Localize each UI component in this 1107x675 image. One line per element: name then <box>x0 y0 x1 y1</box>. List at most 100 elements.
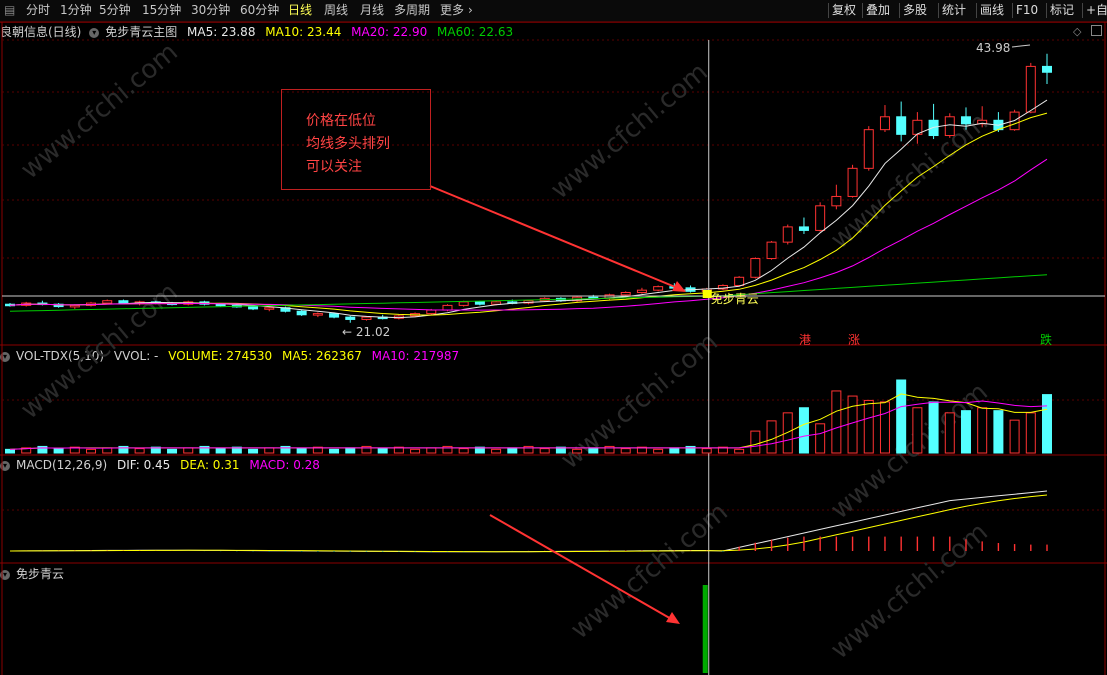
watermark-4: www.cfchi.com <box>555 327 724 475</box>
signal-indicator-name[interactable]: 免步青云 <box>16 567 64 581</box>
period-5-button[interactable]: 60分钟 <box>240 0 279 21</box>
toolbar-right-button-6[interactable]: 标记 <box>1050 0 1074 21</box>
signal-bar <box>702 585 708 673</box>
period-7-button[interactable]: 周线 <box>324 0 348 21</box>
high-price-arrow <box>1011 44 1031 48</box>
macd-dea-line <box>9 494 1048 553</box>
ma5-value: MA5: 23.88 <box>187 25 256 39</box>
candle-body-57 <box>928 119 939 137</box>
candle-body-46 <box>750 258 761 278</box>
vvol-value: VVOL: - <box>113 349 159 363</box>
volume-bar-26 <box>426 447 437 454</box>
menu-icon[interactable]: ▤ <box>4 0 15 21</box>
main-indicator-name[interactable]: 免步青云主图 <box>105 25 177 39</box>
volume-bar-55 <box>896 379 907 454</box>
candle-body-15 <box>248 306 259 310</box>
annotation-arrowhead-main <box>672 281 686 292</box>
volume-bar-17 <box>280 445 291 454</box>
volume-header: ▾ VOL-TDX(5,10) VVOL: - VOLUME: 274530 MA… <box>0 348 465 364</box>
volume-bar-56 <box>912 407 923 454</box>
vol-circle-icon[interactable]: ▾ <box>0 351 10 362</box>
volume-bar-21 <box>345 447 356 454</box>
period-4-button[interactable]: 30分钟 <box>191 0 230 21</box>
volume-bar-33 <box>539 448 550 454</box>
candle-body-51 <box>831 195 842 207</box>
volume-bar-50 <box>815 423 826 454</box>
volume-bar-0 <box>5 448 15 454</box>
toolbar-right-button-2[interactable]: 多股 <box>903 0 927 21</box>
volume-bar-11 <box>183 447 194 454</box>
candle-body-19 <box>312 313 323 316</box>
volume-bar-41 <box>669 447 680 454</box>
macd-dif-line <box>9 490 1048 553</box>
volume-bar-61 <box>993 410 1004 454</box>
watermark-2: www.cfchi.com <box>825 107 994 255</box>
candle-body-12 <box>199 301 210 305</box>
period-3-button[interactable]: 15分钟 <box>142 0 181 21</box>
volume-bar-25 <box>410 448 421 454</box>
annotation-arrow-main <box>429 185 681 290</box>
period-1-button[interactable]: 1分钟 <box>60 0 92 21</box>
volume-bar-20 <box>329 448 340 454</box>
expand-icon[interactable] <box>1091 25 1102 36</box>
macd-circle-icon[interactable]: ▾ <box>0 460 10 471</box>
dea-value: DEA: 0.31 <box>180 458 240 472</box>
volume-bar-59 <box>960 410 971 454</box>
toolbar-right-button-5[interactable]: F10 <box>1016 0 1038 21</box>
period-toolbar: 分时 1分钟 5分钟 15分钟 30分钟 60分钟 日线 周线 月线 多周期 更多 › ▤ 复权 叠加 多股统… <box>0 0 1107 23</box>
candle-body-62 <box>1009 111 1020 131</box>
dif-value: DIF: 0.45 <box>116 458 171 472</box>
ma60-value: MA60: 22.63 <box>437 25 514 39</box>
candle-body-32 <box>523 300 534 304</box>
period-10-button[interactable]: 更多 <box>440 0 464 21</box>
tag-2: 跌 <box>1040 332 1052 347</box>
candle-body-47 <box>766 241 777 260</box>
volume-bar-10 <box>167 448 178 454</box>
candle-body-53 <box>863 129 874 169</box>
ma10-value: MA10: 23.44 <box>265 25 342 39</box>
candle-body-29 <box>474 301 485 305</box>
period-2-button[interactable]: 5分钟 <box>99 0 131 21</box>
volume-bar-12 <box>199 445 210 454</box>
volume-bar-39 <box>636 446 647 454</box>
period-8-button[interactable]: 月线 <box>360 0 384 21</box>
annotation-box: 价格在低位 均线多头排列 可以关注 <box>281 89 431 190</box>
candle-body-22 <box>361 316 372 320</box>
chevron-right-icon[interactable]: › <box>468 0 473 21</box>
candle-body-40 <box>653 286 664 291</box>
volume-bar-58 <box>944 412 955 454</box>
volume-ma5-line <box>9 393 1048 450</box>
toolbar-right-button-0[interactable]: 复权 <box>832 0 856 21</box>
macd-indicator-name[interactable]: MACD(12,26,9) <box>16 458 107 472</box>
volume-bar-1 <box>21 447 32 454</box>
period-9-button[interactable]: 多周期 <box>394 0 430 21</box>
volume-bar-4 <box>69 446 80 454</box>
signal-text-main: 免步青云 <box>711 291 759 306</box>
annotation-line-2: 均线多头排列 <box>306 136 390 152</box>
candle-body-18 <box>296 310 307 316</box>
ma5-line <box>9 99 1048 319</box>
volume-bar-62 <box>1009 419 1020 454</box>
candle-body-64 <box>1042 65 1052 73</box>
toolbar-right-button-1[interactable]: 叠加 <box>866 0 890 21</box>
volume-bar-6 <box>102 447 113 454</box>
main-chart-header: 良朝信息(日线) ▾ 免步青云主图 MA5: 23.88 MA10: 23.44 … <box>0 24 519 40</box>
signal-circle-icon[interactable]: ▾ <box>0 569 10 580</box>
ma20-line <box>9 158 1048 311</box>
vol-indicator-name[interactable]: VOL-TDX(5,10) <box>16 349 104 363</box>
watermark-6: www.cfchi.com <box>565 497 734 645</box>
settings-circle-icon[interactable]: ▾ <box>89 27 100 38</box>
period-0-button[interactable]: 分时 <box>26 0 50 21</box>
toolbar-right-button-4[interactable]: 画线 <box>980 0 1004 21</box>
toolbar-right-button-3[interactable]: 统计 <box>942 0 966 21</box>
candle-body-41 <box>669 286 680 289</box>
period-6-button[interactable]: 日线 <box>288 0 312 21</box>
toolbar-right-button-7[interactable]: +自 <box>1086 0 1107 21</box>
volume-bar-24 <box>393 446 404 454</box>
diamond-icon[interactable]: ◇ <box>1073 25 1081 38</box>
volume-bar-38 <box>620 448 631 454</box>
candle-body-63 <box>1025 65 1036 113</box>
volume-bar-32 <box>523 445 534 454</box>
watermark-0: www.cfchi.com <box>15 37 184 185</box>
volume-bar-19 <box>312 446 323 454</box>
